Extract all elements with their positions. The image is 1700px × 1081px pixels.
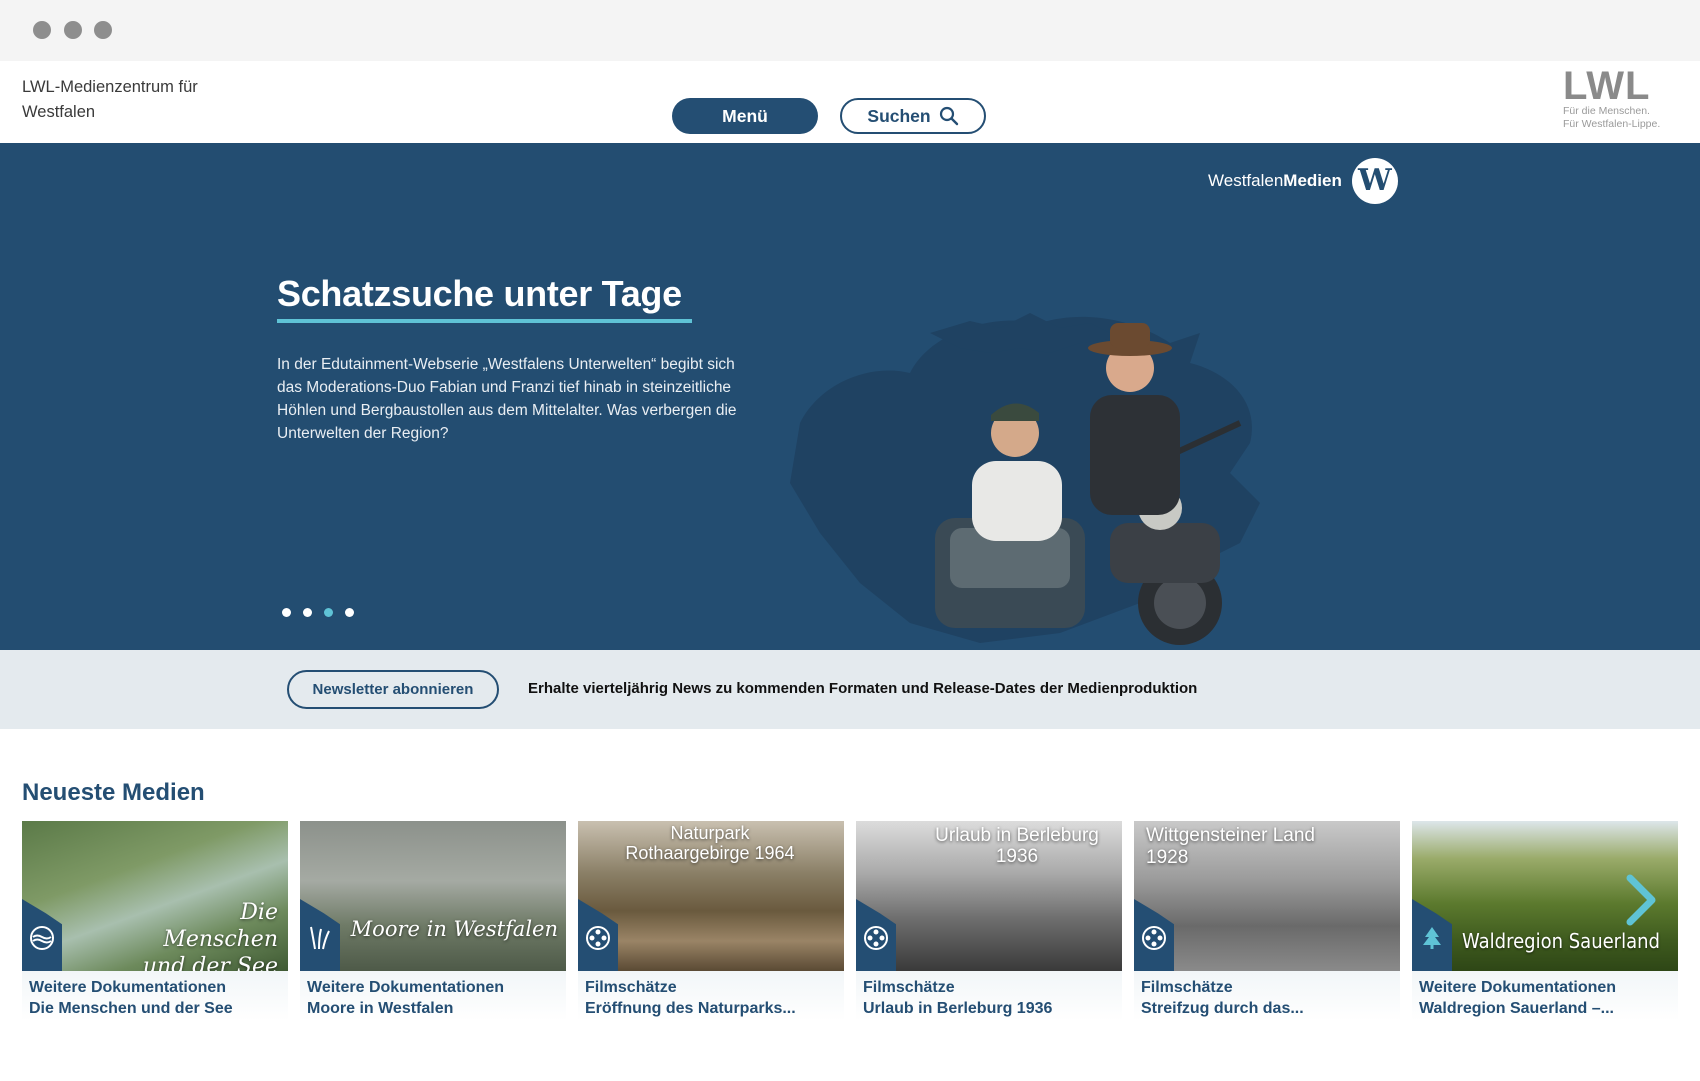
newsletter-bar: Newsletter abonnieren Erhalte vierteljäh… — [0, 650, 1700, 729]
rider-woman — [1088, 323, 1180, 515]
org-name-link[interactable]: LWL-Medienzentrum für Westfalen — [22, 75, 198, 124]
menu-button[interactable]: Menü — [672, 98, 818, 134]
org-name-line1: LWL-Medienzentrum für — [22, 78, 198, 96]
brand-text: WestfalenMedien — [1208, 171, 1342, 191]
search-button[interactable]: Suchen — [840, 98, 986, 134]
film-reel-icon — [1142, 926, 1166, 950]
slider-dot-1[interactable] — [282, 608, 291, 617]
westfalenmedien-brand[interactable]: WestfalenMedien W — [1208, 158, 1398, 204]
window-close-dot[interactable] — [33, 21, 51, 39]
lwl-logo[interactable]: LWL Für die Menschen. Für Westfalen-Lipp… — [1563, 64, 1673, 137]
slider-dot-4[interactable] — [345, 608, 354, 617]
media-card-caption[interactable]: Weitere Dokumentationen Die Menschen und… — [22, 971, 288, 1021]
thumbnail-title: Urlaub in Berleburg 1936 — [935, 825, 1099, 867]
media-card[interactable]: Die Menschen und der See Weitere Dokumen… — [22, 821, 288, 1021]
film-reel-icon — [864, 926, 888, 950]
hero-illustration — [790, 313, 1260, 645]
hero-slider[interactable]: WestfalenMedien W Schatzsuche unter Tage… — [0, 143, 1700, 650]
media-card-title: Streifzug durch das... — [1141, 1000, 1304, 1017]
thumbnail-title: Moore in Westfalen — [350, 917, 558, 941]
carousel-next-chevron-icon[interactable] — [1620, 870, 1660, 930]
thumbnail-title: Waldregion Sauerland — [1462, 929, 1660, 953]
thumbnail-title: Die Menschen und der See — [142, 900, 278, 971]
brand-text-bold: Medien — [1283, 171, 1342, 190]
media-card-title: Moore in Westfalen — [307, 1000, 454, 1017]
lwl-logo-mark: LWL — [1563, 64, 1651, 108]
media-card-category: Weitere Dokumentationen — [1419, 979, 1617, 996]
media-carousel: Die Menschen und der See Weitere Dokumen… — [22, 821, 1678, 1021]
media-card-category: Weitere Dokumentationen — [29, 979, 227, 996]
org-name-line2: Westfalen — [22, 102, 96, 121]
brand-text-light: Westfalen — [1208, 171, 1284, 190]
media-card[interactable]: Urlaub in Berleburg 1936 Filmschätze Url… — [856, 821, 1122, 1021]
thumbnail-title: Naturpark Rothaargebirge 1964 — [625, 823, 795, 863]
site-header: LWL-Medienzentrum für Westfalen Menü Suc… — [0, 61, 1700, 143]
media-card-title: Die Menschen und der See — [29, 1000, 233, 1017]
media-card-title: Urlaub in Berleburg 1936 — [863, 1000, 1053, 1017]
browser-chrome — [0, 0, 1700, 61]
media-card-title: Eröffnung des Naturparks... — [585, 1000, 796, 1017]
media-card-category: Filmschätze — [1141, 979, 1233, 996]
media-card[interactable]: Wittgensteiner Land 1928 Filmschätze Str… — [1134, 821, 1400, 1021]
media-card-caption[interactable]: Filmschätze Eröffnung des Naturparks... — [578, 971, 844, 1021]
westfalenmedien-logo-icon: W — [1351, 158, 1398, 204]
media-card-title: Waldregion Sauerland –... — [1419, 1000, 1614, 1017]
thumbnail-title: Wittgensteiner Land 1928 — [1146, 825, 1315, 868]
tree-icon — [1423, 927, 1441, 949]
newsletter-text: Erhalte vierteljährig News zu kommenden … — [528, 680, 1198, 697]
window-maximize-dot[interactable] — [94, 21, 112, 39]
film-reel-icon — [586, 926, 610, 950]
reed-icon — [310, 926, 330, 950]
hero-description: In der Edutainment-Webserie „Westfalens … — [277, 356, 737, 442]
slider-dot-3-active[interactable] — [324, 608, 333, 617]
newsletter-subscribe-button[interactable]: Newsletter abonnieren — [287, 670, 499, 709]
section-title-neueste-medien: Neueste Medien — [22, 779, 205, 806]
slider-dot-2[interactable] — [303, 608, 312, 617]
hero-title-underline — [277, 319, 692, 323]
slider-dots — [282, 608, 354, 617]
search-label: Suchen — [867, 105, 931, 126]
hero-title[interactable]: Schatzsuche unter Tage — [277, 273, 682, 315]
lwl-logo-tagline-2: Für Westfalen-Lippe. — [1563, 118, 1661, 130]
media-card-caption[interactable]: Weitere Dokumentationen Waldregion Sauer… — [1412, 971, 1678, 1021]
window-minimize-dot[interactable] — [64, 21, 82, 39]
media-card-category: Filmschätze — [863, 979, 955, 996]
media-card-category: Filmschätze — [585, 979, 677, 996]
media-card-caption[interactable]: Weitere Dokumentationen Moore in Westfal… — [300, 971, 566, 1021]
media-card[interactable]: Naturpark Rothaargebirge 1964 Filmschätz… — [578, 821, 844, 1021]
search-icon — [939, 106, 958, 126]
media-card-caption[interactable]: Filmschätze Urlaub in Berleburg 1936 — [856, 971, 1122, 1021]
media-card-category: Weitere Dokumentationen — [307, 979, 505, 996]
media-card[interactable]: Moore in Westfalen Weitere Dokumentation… — [300, 821, 566, 1021]
lwl-logo-tagline-1: Für die Menschen. — [1563, 105, 1650, 117]
water-icon — [30, 926, 54, 950]
media-card-caption[interactable]: Filmschätze Streifzug durch das... — [1134, 971, 1400, 1021]
